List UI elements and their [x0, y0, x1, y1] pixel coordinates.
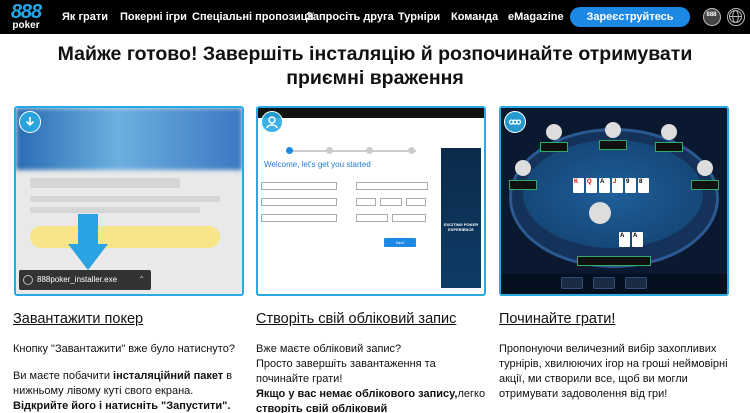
gender-male-field — [356, 214, 388, 222]
step-signup-title[interactable]: Створіть свій обліковий запис — [256, 311, 456, 327]
logo-888-text: 888 — [10, 1, 42, 23]
player-avatar — [697, 160, 713, 176]
first-name-field — [261, 182, 337, 190]
signup-ad-banner: EXCITING POKER EXPERIENCE — [441, 148, 481, 288]
community-card: J — [612, 178, 623, 193]
player-plate — [599, 140, 627, 150]
hero-plate — [577, 256, 651, 266]
community-card: 9 — [625, 178, 636, 193]
step-signup-p3-text: легко — [457, 388, 486, 400]
community-card: A — [599, 178, 610, 193]
month-field — [380, 198, 402, 206]
888-icon — [504, 111, 526, 133]
blurred-text-line — [30, 178, 180, 188]
blurred-text-line — [30, 207, 200, 213]
logo-poker-text: poker — [12, 20, 40, 31]
step-signup-p1: Вже маєте обліковий запис? — [256, 343, 402, 355]
raise-button — [625, 277, 647, 289]
play-panel: K Q A J 9 8 A A — [499, 106, 729, 296]
headline-line-1: Майже готово! Завершіть інсталяцію й роз… — [57, 43, 693, 65]
download-panel: 888poker_installer.exe ⌃ — [14, 106, 244, 296]
888poker-logo[interactable]: 888 poker — [6, 2, 46, 32]
blurred-text-line — [30, 196, 220, 202]
step-play-p1: Пропонуючи величезний вибір захопливих т… — [499, 343, 728, 400]
account-icon[interactable] — [703, 8, 721, 26]
fold-button — [561, 277, 583, 289]
community-card: 8 — [638, 178, 649, 193]
signup-progress — [286, 147, 416, 154]
installer-filename: 888poker_installer.exe — [37, 275, 118, 284]
step-signup-body: Вже маєте обліковий запис? Просто заверш… — [256, 342, 486, 413]
step-download-body: Кнопку "Завантажити" вже було натиснуто?… — [13, 342, 245, 413]
headline-line-2: приємні враження — [286, 67, 464, 89]
signup-ad-text: EXCITING POKER EXPERIENCE — [443, 222, 479, 232]
player-avatar — [605, 122, 621, 138]
email-field — [356, 182, 428, 190]
signup-form-title: Welcome, let's get you started — [264, 160, 371, 169]
gender-female-field — [392, 214, 426, 222]
call-button — [593, 277, 615, 289]
player-plate — [691, 180, 719, 190]
nav-link-refer-friend[interactable]: Запросіть друга — [306, 11, 398, 23]
player-plate — [509, 180, 537, 190]
page-headline: Майже готово! Завершіть інсталяцію й роз… — [20, 42, 730, 90]
step-download-p2-instruction: Відкрийте його і натисніть "Запустити". — [13, 400, 231, 412]
player-avatar — [546, 124, 562, 140]
step-download-p2: Ви маєте побачити інсталяційний пакет в … — [13, 369, 245, 399]
step-signup-p3: Якщо у вас немає облікового запису,легко… — [256, 387, 486, 413]
step-play-title[interactable]: Починайте грати! — [499, 311, 615, 327]
blurred-download-button — [30, 226, 220, 248]
player-plate — [655, 142, 683, 152]
user-icon — [261, 111, 283, 133]
nav-link-how-to-play[interactable]: Як грати — [62, 11, 120, 23]
nav-link-promotions[interactable]: Спеціальні пропозиції — [192, 11, 314, 23]
down-arrow-icon — [68, 214, 108, 270]
player-plate — [540, 142, 568, 152]
download-icon — [19, 111, 41, 133]
step-download-p2-text: Ви маєте побачити — [13, 370, 114, 382]
hole-card: A — [619, 232, 630, 247]
step-play-body: Пропонуючи величезний вибір захопливих т… — [499, 342, 739, 402]
hole-card: A — [632, 232, 643, 247]
community-card: K — [573, 178, 584, 193]
installer-file-icon — [23, 275, 33, 285]
nav-links: Як грати Покерні ігри Спеціальні пропози… — [62, 0, 568, 34]
nav-link-emagazine[interactable]: eMagazine — [508, 11, 568, 23]
player-avatar — [515, 160, 531, 176]
poker-table-felt — [523, 140, 703, 248]
chevron-up-icon[interactable]: ⌃ — [138, 270, 145, 290]
nav-link-team[interactable]: Команда — [451, 11, 508, 23]
year-field — [406, 198, 426, 206]
player-avatar — [661, 124, 677, 140]
register-button[interactable]: Зареєструйтесь — [570, 7, 690, 27]
signup-panel: Welcome, let's get you started Next EXCI… — [256, 106, 486, 296]
globe-icon[interactable] — [727, 8, 745, 26]
step-download-p2-bold: інсталяційний пакет — [113, 370, 224, 382]
top-navbar: 888 poker Як грати Покерні ігри Спеціаль… — [0, 0, 750, 34]
player-avatar — [589, 202, 611, 224]
step-download-p1: Кнопку "Завантажити" вже було натиснуто? — [13, 343, 235, 355]
nav-link-tournaments[interactable]: Турніри — [398, 11, 451, 23]
step-signup-p2: Просто завершіть завантаження та починай… — [256, 358, 436, 385]
country-field — [261, 214, 337, 222]
signup-next-button: Next — [384, 238, 416, 247]
step-signup-p3-bold: Якщо у вас немає облікового запису, — [256, 388, 458, 400]
installer-download-bar[interactable]: 888poker_installer.exe ⌃ — [19, 270, 151, 290]
step-download-title[interactable]: Завантажити покер — [13, 311, 143, 327]
download-screenshot-header — [16, 108, 242, 170]
last-name-field — [261, 198, 337, 206]
community-card: Q — [586, 178, 597, 193]
nav-link-poker-games[interactable]: Покерні ігри — [120, 11, 192, 23]
step-signup-p3-bold-2: створіть свій обліковий — [256, 403, 388, 413]
day-field — [356, 198, 376, 206]
signup-screenshot-topbar — [258, 108, 484, 118]
